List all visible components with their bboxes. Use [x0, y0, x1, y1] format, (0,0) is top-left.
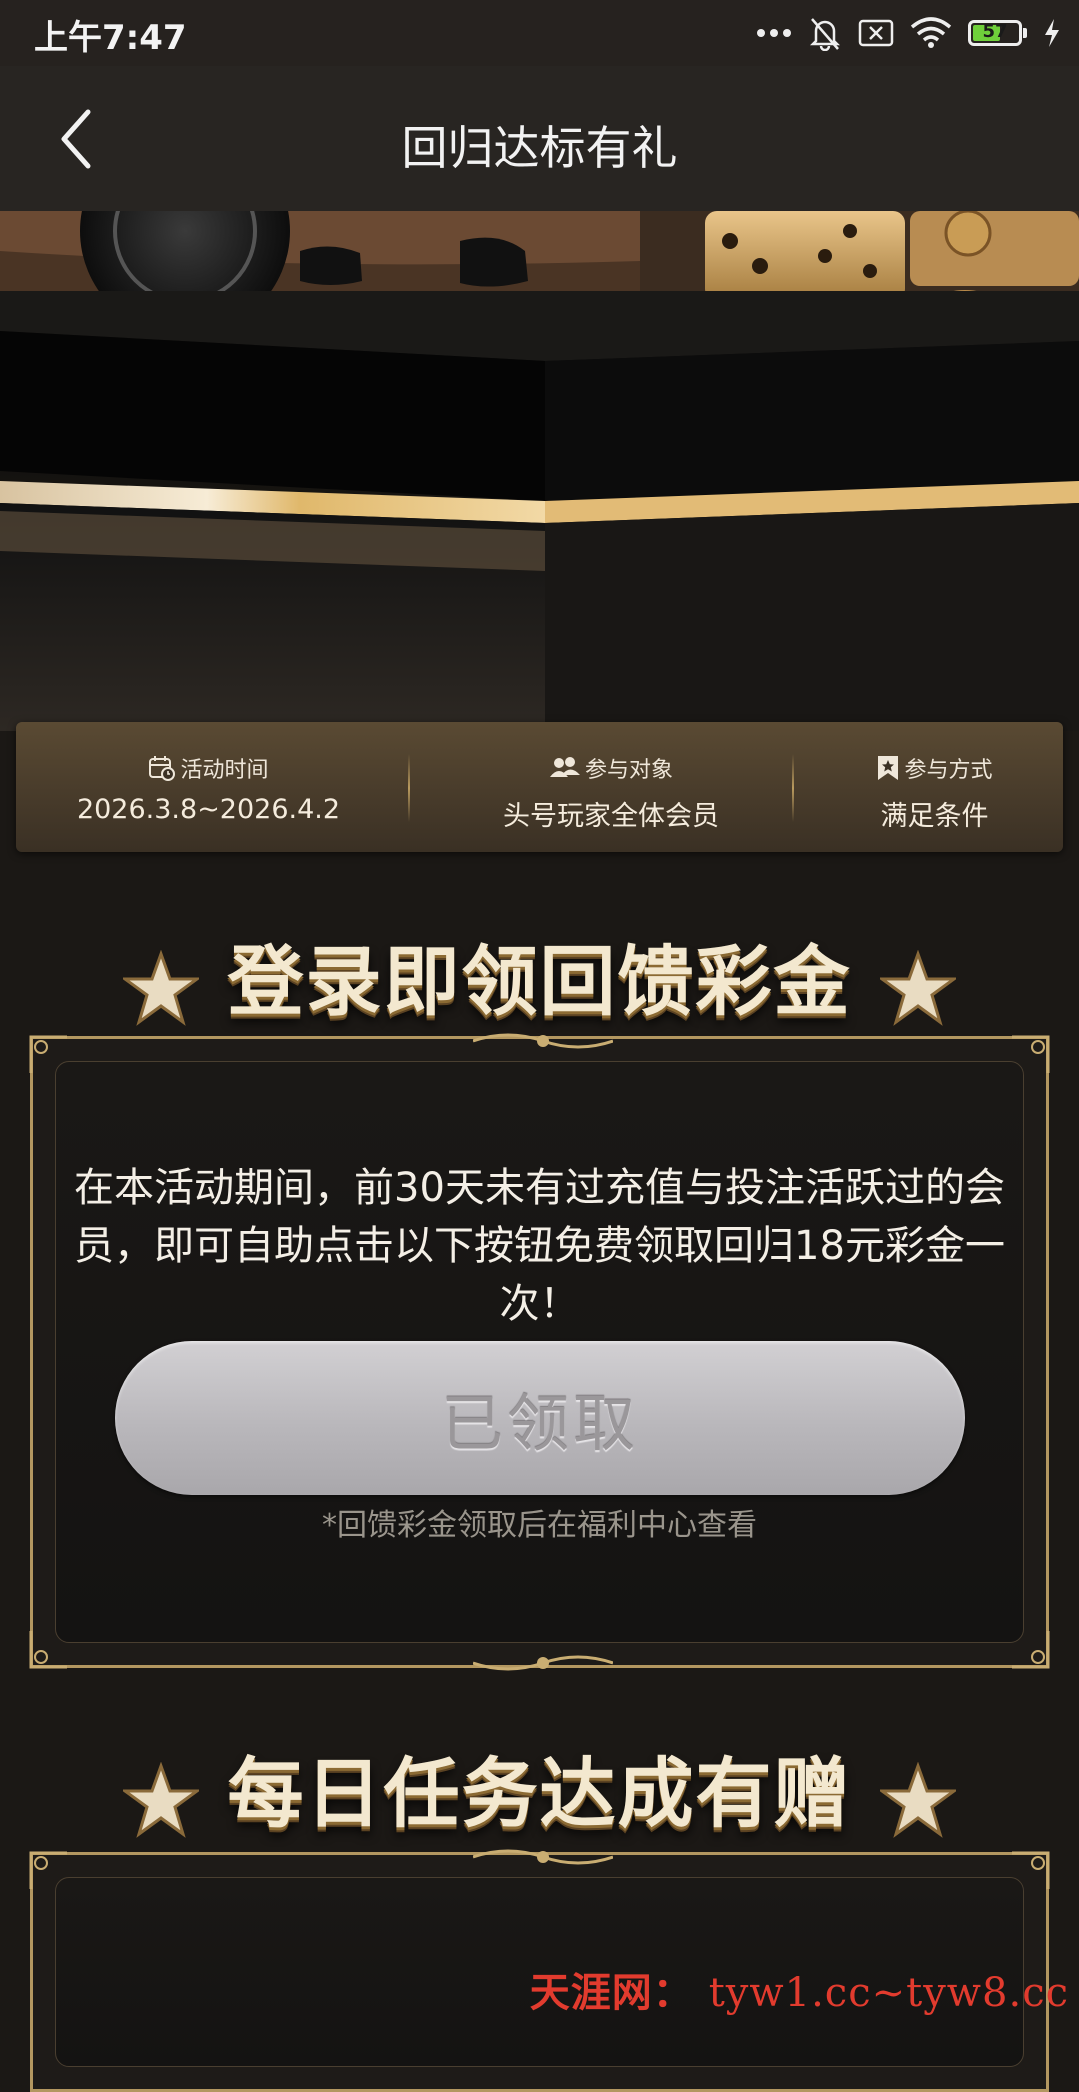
battery-icon: 57: [968, 20, 1027, 46]
status-time: 上午7:47: [34, 18, 187, 58]
claim-note: *回馈彩金领取后在福利中心查看: [322, 1508, 757, 1543]
ornament-icon: [29, 1631, 67, 1669]
ornament-icon: [29, 1035, 67, 1073]
info-value: 头号玩家全体会员: [503, 801, 719, 832]
page-title: 回归达标有礼: [401, 121, 678, 175]
ornament-icon: [1012, 1851, 1050, 1889]
claim-reward-button[interactable]: 已领取: [115, 1341, 965, 1495]
info-participants: 参与对象 头号玩家全体会员: [416, 722, 806, 852]
bell-off-icon: [809, 18, 841, 51]
ornament-icon: [29, 1851, 67, 1889]
hero-illustration: [0, 211, 1079, 731]
star-icon: [123, 950, 200, 1026]
section-title-text: 每日任务达成有赠: [227, 1749, 852, 1838]
sim-x-icon: [858, 19, 894, 47]
section-title-login-reward: 登录即领回馈彩金: [0, 920, 1079, 1030]
activity-info-bar: 活动时间 2026.3.8~2026.4.2 参与对象 头号玩家全体会员 参与方…: [16, 722, 1063, 852]
info-label: 参与方式: [904, 758, 993, 783]
info-activity-time: 活动时间 2026.3.8~2026.4.2: [16, 722, 401, 852]
charging-bolt-icon: [1045, 19, 1059, 47]
battery-level: 57: [982, 21, 1008, 42]
info-method: 参与方式 满足条件: [806, 722, 1063, 852]
wifi-icon: [910, 17, 952, 48]
watermark-sep: ：: [652, 1969, 694, 2016]
divider: [792, 754, 794, 822]
ornament-icon: [473, 1849, 613, 1865]
section-title-daily-tasks: 每日任务达成有赠: [0, 1732, 1079, 1842]
ornament-icon: [1012, 1035, 1050, 1073]
info-value: 2026.3.8~2026.4.2: [76, 794, 341, 825]
claim-button-label: 已领取: [440, 1387, 639, 1460]
divider: [408, 754, 410, 822]
bookmark-star-icon: [878, 756, 899, 780]
info-value: 满足条件: [880, 801, 989, 832]
star-icon: [879, 1762, 956, 1838]
star-icon: [879, 950, 956, 1026]
info-label: 参与对象: [584, 758, 673, 783]
ornament-icon: [473, 1033, 613, 1049]
watermark: 天涯网： tyw1.cc~tyw8.cc: [530, 1960, 1069, 2018]
section-title-text: 登录即领回馈彩金: [227, 937, 852, 1026]
nav-header: 回归达标有礼: [0, 66, 1079, 211]
watermark-brand: 天涯网: [529, 1969, 653, 2016]
star-icon: [123, 1762, 200, 1838]
status-icons: 57: [756, 12, 1061, 54]
hero-banner: [0, 211, 1079, 731]
ornament-icon: [473, 1655, 613, 1671]
users-icon: [549, 757, 580, 777]
info-label: 活动时间: [180, 758, 269, 783]
activity-description: 在本活动期间，前30天未有过充值与投注活跃过的会员，即可自助点击以下按钮免费领取…: [74, 1165, 1005, 1327]
calendar-clock-icon: [149, 756, 176, 781]
watermark-domains: tyw1.cc~tyw8.cc: [708, 1970, 1069, 2016]
more-dots-icon: [757, 29, 791, 37]
status-bar: 上午7:47 57: [0, 0, 1079, 66]
ornament-icon: [1012, 1631, 1050, 1669]
